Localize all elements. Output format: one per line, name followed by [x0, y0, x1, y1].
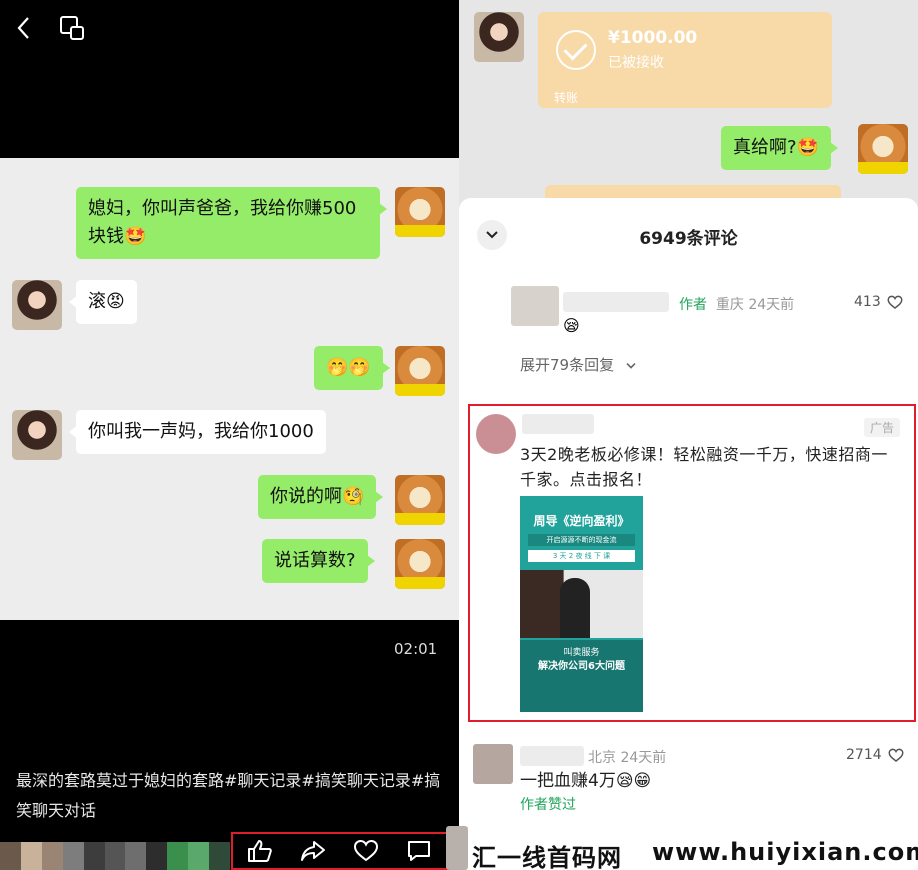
expand-replies-button[interactable]: 展开79条回复: [520, 354, 637, 375]
heart-icon: [888, 748, 904, 762]
username-redacted: [522, 414, 594, 434]
comment-emoji: 😪: [563, 316, 580, 335]
chat-bubble: 真给啊?🤩: [721, 126, 838, 170]
like-count: 413: [854, 294, 881, 310]
poster-photo: [520, 570, 643, 638]
thumbnail-swatch: [167, 842, 189, 870]
avatar: [395, 346, 445, 396]
avatar: [395, 539, 445, 589]
chat-bubble: 说话算数?: [262, 539, 375, 583]
thumbnail-swatch: [146, 842, 168, 870]
transfer-status: 已被接收: [608, 55, 664, 71]
chat-bubble: 你说的啊🧐: [258, 475, 384, 519]
comment-location-time: 重庆 24天前: [715, 297, 795, 313]
thumbnail-swatch: [0, 842, 21, 870]
poster-line: 开启源源不断的现金流: [528, 534, 635, 546]
video-action-bar: [231, 832, 448, 870]
avatar: [12, 280, 62, 330]
avatar: [476, 414, 516, 454]
avatar: [473, 744, 513, 784]
watermark-text: 汇一线首码网: [472, 844, 622, 870]
comment-button[interactable]: [405, 838, 433, 864]
thumbnail-swatch: [188, 842, 210, 870]
chat-screenshot: 媳妇，你叫声爸爸，我给你赚500块钱🤩 滚😡 🤭🤭 你叫我一声妈，我给你1000…: [0, 158, 459, 620]
favorite-button[interactable]: [352, 838, 380, 864]
avatar: [511, 286, 559, 326]
thumbnail-swatch: [104, 842, 126, 870]
transfer-card[interactable]: ¥1000.00 已被接收 转账: [538, 12, 832, 108]
thumbnail-swatch: [41, 842, 63, 870]
share-button[interactable]: [299, 838, 327, 864]
chat-bubble: 🤭🤭: [314, 346, 390, 390]
comment-meta: 作者 重庆 24天前: [679, 294, 794, 314]
ad-text: 3天2晚老板必修课！轻松融资一千万，快速招商一千家。点击报名！: [520, 445, 888, 489]
thumbs-up-icon: [247, 840, 272, 862]
poster-footer-line: 解决你公司6大问题: [538, 661, 625, 672]
thumbnail-swatch: [62, 842, 84, 870]
thumbnail-swatch: [125, 842, 147, 870]
video-timecode: 02:01: [394, 640, 438, 658]
transfer-card-partial: [545, 185, 841, 199]
author-liked-tag: 作者赞过: [520, 797, 576, 813]
redacted-block: [446, 826, 468, 870]
poster-line: 3 天 2 夜 线 下 课: [528, 550, 635, 562]
avatar: [395, 187, 445, 237]
avatar: [395, 475, 445, 525]
chevron-left-icon: [17, 17, 29, 39]
transfer-amount: ¥1000.00: [608, 28, 698, 48]
transfer-type: 转账: [554, 91, 579, 105]
chat-bubble: 滚😡: [69, 280, 137, 324]
heart-icon: [887, 295, 903, 309]
chevron-down-icon: [626, 363, 636, 369]
chat-bubble: 你叫我一声妈，我给你1000: [69, 410, 326, 454]
comments-count-title: 6949条评论: [639, 229, 738, 249]
pip-icon: [60, 16, 84, 40]
thumbnail-swatch: [209, 842, 230, 870]
author-tag: 作者: [679, 297, 707, 313]
ad-poster-image[interactable]: 周导《逆向盈利》 开启源源不断的现金流 3 天 2 夜 线 下 课 叫卖服务 解…: [520, 496, 643, 712]
picture-in-picture-button[interactable]: [58, 14, 86, 42]
avatar: [474, 12, 524, 62]
username-redacted: [563, 292, 669, 312]
video-panel: 媳妇，你叫声爸爸，我给你赚500块钱🤩 滚😡 🤭🤭 你叫我一声妈，我给你1000…: [0, 0, 459, 870]
comment-icon: [408, 841, 431, 861]
heart-icon: [354, 839, 379, 862]
username-redacted: [520, 746, 584, 766]
video-top-bar: [0, 0, 459, 60]
poster-footer: 叫卖服务 解决你公司6大问题: [520, 640, 643, 712]
check-circle-icon: [556, 30, 596, 70]
thumbnail-swatch: [20, 842, 42, 870]
back-button[interactable]: [12, 14, 34, 42]
comment-like-button[interactable]: 2714: [846, 747, 904, 763]
avatar: [12, 410, 62, 460]
expand-replies-label: 展开79条回复: [520, 356, 615, 374]
share-icon: [300, 841, 325, 861]
sponsored-comment[interactable]: 广告 3天2晚老板必修课！轻松融资一千万，快速招商一千家。点击报名！ 周导《逆向…: [468, 404, 916, 722]
like-count: 2714: [846, 747, 882, 763]
ad-badge[interactable]: 广告: [863, 418, 900, 437]
thumbnail-swatch: [83, 842, 105, 870]
avatar: [858, 124, 908, 174]
poster-title: 周导《逆向盈利》: [533, 514, 630, 528]
chat-bubble: 媳妇，你叫声爸爸，我给你赚500块钱🤩: [76, 187, 387, 259]
video-thumbnail-strip: [0, 842, 230, 870]
video-caption: 最深的套路莫过于媳妇的套路#聊天记录#搞笑聊天记录#搞笑聊天对话: [16, 771, 441, 820]
comment-text: 一把血赚4万😪😁: [520, 771, 652, 791]
comment-location-time: 北京 24天前: [588, 750, 667, 766]
like-button[interactable]: [246, 838, 274, 864]
poster-footer-line: 叫卖服务: [563, 648, 600, 658]
watermark-url: www.huiyixian.com: [652, 838, 918, 866]
comment-like-button[interactable]: 413: [854, 294, 903, 310]
